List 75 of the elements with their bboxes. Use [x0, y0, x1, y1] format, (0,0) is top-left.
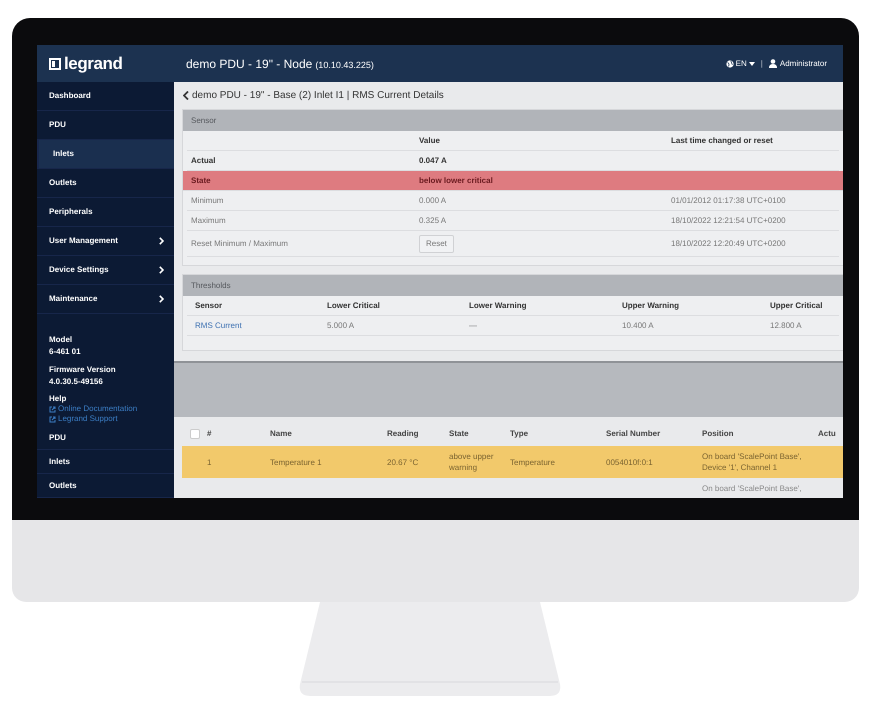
row-label: Maximum: [191, 214, 227, 226]
language-menu[interactable]: EN: [726, 58, 755, 70]
caret-icon: [748, 62, 755, 66]
table-cell-text: 5.000 A: [327, 320, 356, 332]
panel-title: Thresholds: [183, 275, 843, 296]
row-label: Reset Minimum / Maximum: [191, 238, 289, 250]
row-time: 18/10/2022 12:20:49 UTC+0200: [671, 238, 787, 250]
device-title: demo PDU - 19" - Node: [186, 56, 312, 72]
sidebar-item[interactable]: Inlets: [37, 140, 174, 169]
info-label: Firmware Version: [49, 364, 117, 376]
table-cell-text: On board 'ScalePoint Base',: [702, 482, 803, 494]
column-header: Upper Warning: [622, 300, 680, 312]
info-value: 6-461 01: [49, 346, 82, 358]
back-chevron-icon[interactable]: [183, 91, 189, 100]
column-header: State: [449, 428, 470, 440]
table-cell-text: 20.67 °C: [387, 456, 420, 468]
help-label: Help: [49, 394, 68, 404]
table-cell-text: 12.800 A: [770, 320, 803, 332]
sidebar-item[interactable]: Outlets: [37, 474, 174, 498]
logo-square-icon: [49, 58, 61, 70]
table-cell-text: above upper warning: [449, 451, 494, 473]
row-value: 0.047 A: [419, 154, 448, 166]
panel-title: Sensor: [183, 110, 843, 131]
help-link[interactable]: Online Documentation: [49, 404, 162, 414]
row-label: State: [191, 174, 212, 186]
table-cell-text: Temperature: [510, 456, 556, 468]
reset-button[interactable]: Reset: [419, 234, 454, 252]
sensor-link[interactable]: RMS Current: [195, 320, 327, 332]
column-header: Reading: [387, 428, 420, 440]
column-header: Value: [419, 134, 441, 146]
external-link-icon: [49, 416, 56, 422]
table-cell-text: 0054010f:0:1: [606, 456, 654, 468]
sidebar-item[interactable]: User Management: [37, 227, 174, 256]
table-cell-text: —: [469, 320, 478, 332]
help-link[interactable]: Legrand Support: [49, 414, 162, 424]
sidebar-item[interactable]: Dashboard: [37, 82, 174, 111]
column-header: Position: [702, 428, 735, 440]
row-label: Minimum: [191, 194, 224, 206]
row-time: 01/01/2012 01:17:38 UTC+0100: [671, 194, 787, 206]
column-header: Last time changed or reset: [671, 134, 774, 146]
logo-text: legrand: [64, 52, 122, 75]
info-value: 4.0.30.5-49156: [49, 376, 104, 388]
sidebar-item[interactable]: Outlets: [37, 169, 174, 198]
column-header: Lower Critical: [327, 300, 381, 312]
row-time: 18/10/2022 12:21:54 UTC+0200: [671, 214, 787, 226]
sidebar-item[interactable]: Device Settings: [37, 256, 174, 285]
table-cell-text: 1: [207, 456, 212, 468]
column-header: #: [207, 428, 212, 440]
info-label: Model: [49, 334, 74, 346]
row-label: Actual: [191, 154, 216, 166]
sidebar-item[interactable]: PDU: [37, 426, 174, 450]
page-breadcrumb: demo PDU - 19" - Base (2) Inlet I1 | RMS Current Details: [192, 89, 444, 103]
column-header: Upper Critical: [770, 300, 824, 312]
row-value: 0.325 A: [419, 214, 448, 226]
external-link-icon: [49, 406, 56, 412]
select-all-checkbox[interactable]: [190, 428, 200, 438]
sidebar-item[interactable]: Peripherals: [37, 198, 174, 227]
globe-icon: [726, 60, 734, 68]
column-header: Lower Warning: [469, 300, 528, 312]
column-header: Type: [510, 428, 530, 440]
column-header: Sensor: [195, 300, 224, 312]
column-header: Name: [270, 428, 293, 440]
table-cell-text: On board 'ScalePoint Base', Device '1', Channel 1: [702, 451, 803, 473]
sidebar-item[interactable]: Inlets: [37, 450, 174, 474]
sidebar-item[interactable]: Maintenance: [37, 285, 174, 314]
row-value: below lower critical: [419, 174, 494, 186]
column-header: Actu: [818, 428, 836, 440]
device-address: (10.10.43.225): [315, 58, 374, 72]
row-value: 0.000 A: [419, 194, 448, 206]
separator-text: |: [760, 58, 763, 70]
column-header: Serial Number: [606, 428, 662, 440]
user-menu[interactable]: Administrator: [768, 58, 827, 70]
user-icon: [768, 59, 777, 68]
table-cell-text: Temperature 1: [270, 456, 323, 468]
table-cell-text: 10.400 A: [622, 320, 655, 332]
